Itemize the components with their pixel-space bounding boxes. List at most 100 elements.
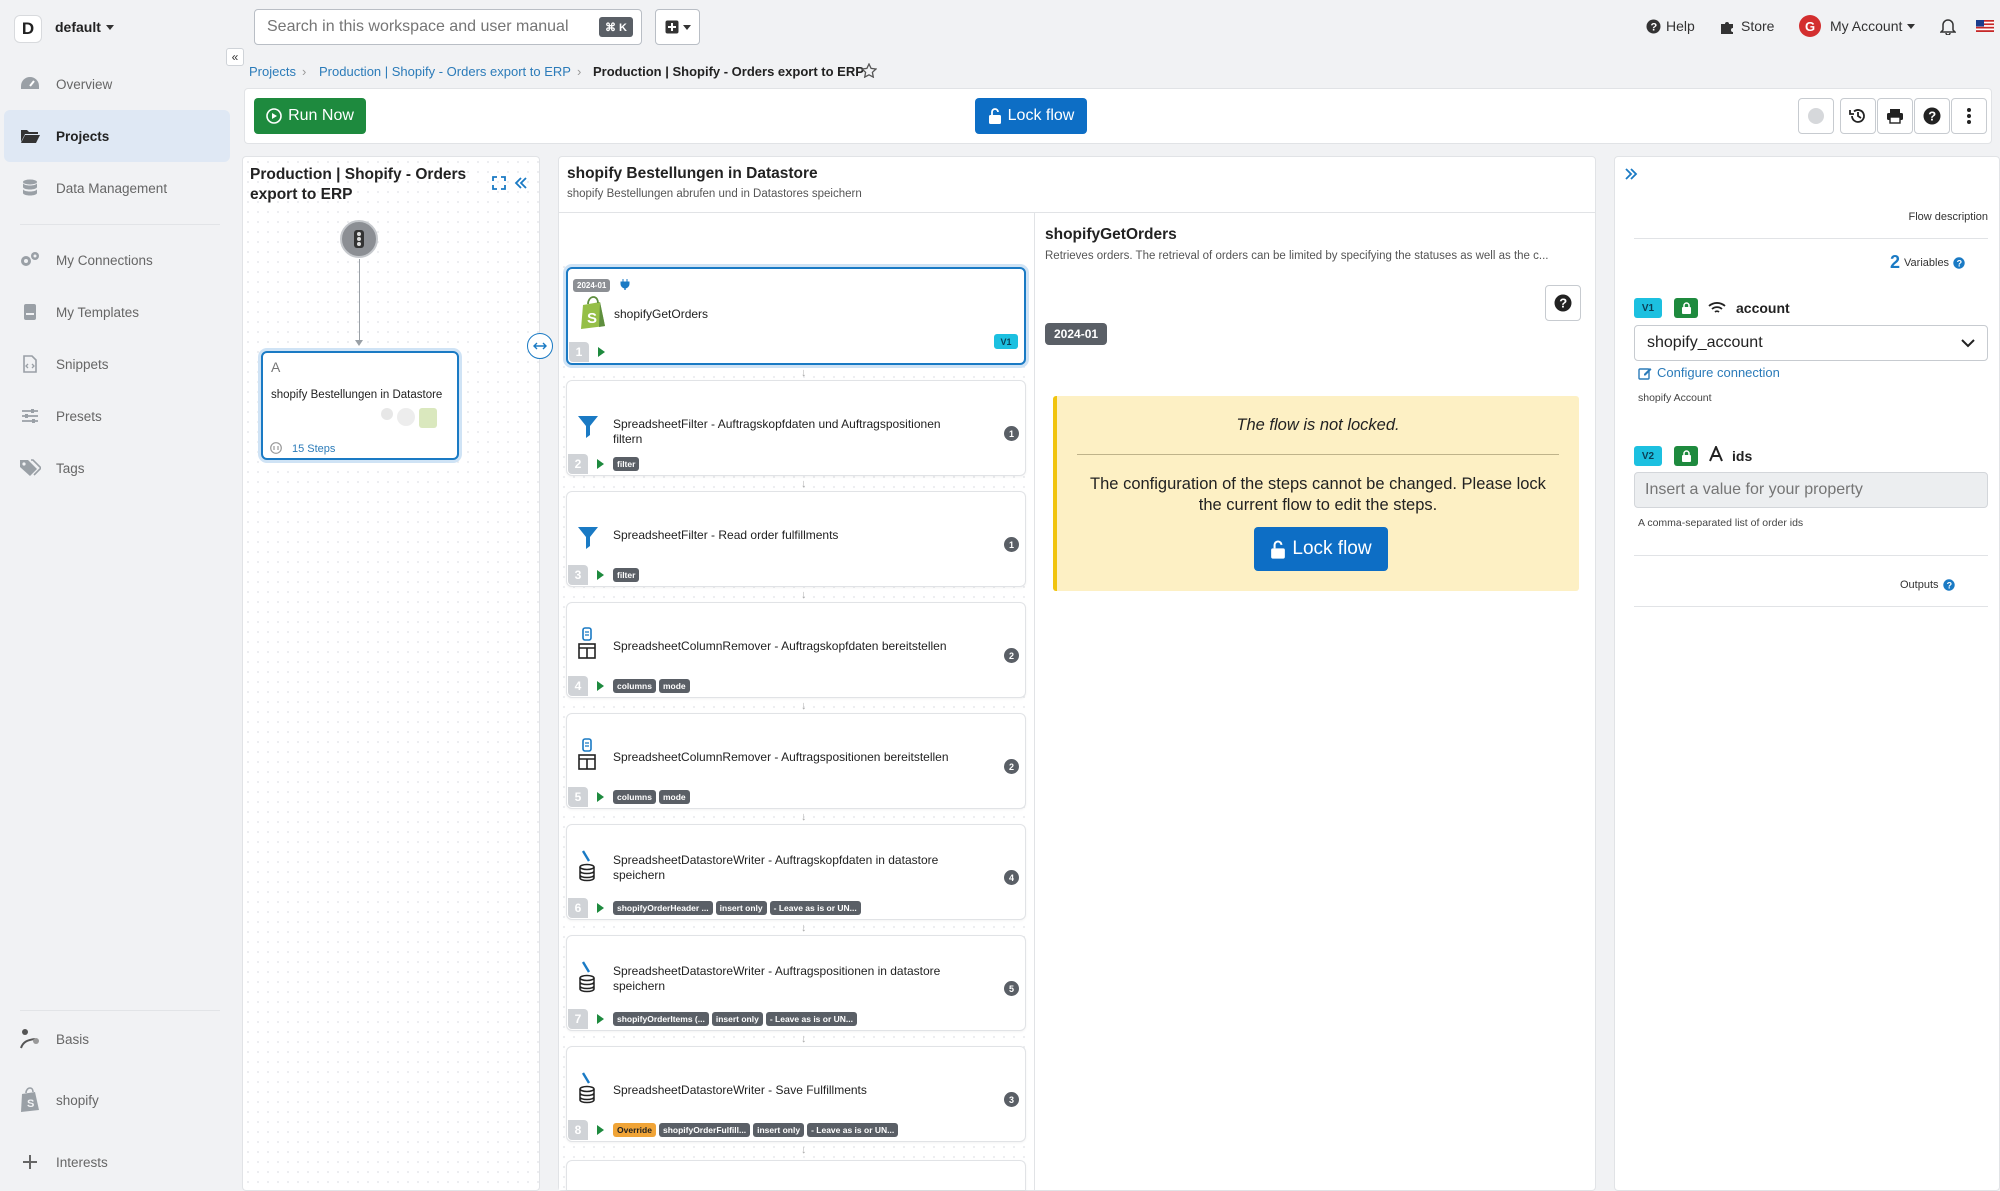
store-label: Store xyxy=(1741,18,1775,34)
step-card-9[interactable] xyxy=(566,1160,1026,1190)
divider xyxy=(1034,213,1035,1190)
expand-right-icon[interactable] xyxy=(1624,167,1638,181)
play-icon[interactable] xyxy=(597,681,604,691)
step-card-6[interactable]: SpreadsheetDatastoreWriter - Auftragskop… xyxy=(566,824,1026,920)
lock-flow-button[interactable]: Lock flow xyxy=(975,98,1087,134)
play-icon[interactable] xyxy=(597,570,604,580)
sliders-icon xyxy=(4,408,56,424)
help-link[interactable]: ? Help xyxy=(1646,18,1695,34)
steps-icon xyxy=(270,442,282,454)
step-title: SpreadsheetDatastoreWriter - Auftragspos… xyxy=(613,964,941,993)
sidebar-item-snippets[interactable]: Snippets xyxy=(4,338,230,390)
collapse-left-icon[interactable] xyxy=(514,176,528,190)
step-card-4[interactable]: SpreadsheetColumnRemover - Auftragskopfd… xyxy=(566,602,1026,698)
step-detail-title: shopifyGetOrders xyxy=(1045,226,1177,243)
play-icon[interactable] xyxy=(597,459,604,469)
panel-resize-handle[interactable] xyxy=(527,333,553,359)
flow-description-label[interactable]: Flow description xyxy=(1860,211,1988,223)
breadcrumb-projects[interactable]: Projects xyxy=(249,64,296,79)
step-card-7[interactable]: SpreadsheetDatastoreWriter - Auftragspos… xyxy=(566,935,1026,1031)
play-icon[interactable] xyxy=(597,1014,604,1024)
history-button[interactable] xyxy=(1840,98,1876,134)
help-button[interactable]: ? xyxy=(1914,98,1950,134)
us-flag-icon[interactable] xyxy=(1976,20,1994,32)
step-count: 1 xyxy=(1004,426,1019,441)
print-button[interactable] xyxy=(1877,98,1913,134)
configure-connection-link[interactable]: Configure connection xyxy=(1638,365,1780,380)
step-tags: shopifyOrderHeader ... insert only - Leave… xyxy=(613,901,861,915)
step-tag: shopifyOrderItems (... xyxy=(613,1012,709,1026)
play-icon[interactable] xyxy=(598,347,605,357)
workspace-badge[interactable]: D xyxy=(14,15,42,43)
ids-input[interactable] xyxy=(1634,472,1988,508)
notice-lock-flow-button[interactable]: Lock flow xyxy=(1254,527,1388,571)
status-button[interactable] xyxy=(1798,98,1834,134)
add-button[interactable] xyxy=(655,9,700,45)
lock-icon[interactable] xyxy=(1674,446,1698,466)
step-card-3[interactable]: SpreadsheetFilter - Read order fulfillme… xyxy=(566,491,1026,587)
more-options-button[interactable] xyxy=(1951,98,1987,134)
step-connector-arrow: ↓ xyxy=(801,1033,807,1045)
lock-flow-label: Lock flow xyxy=(1007,107,1075,124)
breadcrumb-project[interactable]: Production | Shopify - Orders export to … xyxy=(319,64,571,79)
step-number: 8 xyxy=(568,1120,588,1140)
step-number: 6 xyxy=(568,898,588,918)
play-icon[interactable] xyxy=(597,903,604,913)
chevron-down-icon[interactable] xyxy=(106,25,114,30)
flow-node-card[interactable]: A shopify Bestellungen in Datastore 15 S… xyxy=(261,351,459,460)
question-circle-icon[interactable]: ? xyxy=(1942,579,1955,591)
variable-hint: shopify Account xyxy=(1638,392,1712,404)
sidebar-item-tags[interactable]: Tags xyxy=(4,442,230,494)
sidebar-item-basis[interactable]: Basis xyxy=(4,1013,230,1065)
step-card-5[interactable]: SpreadsheetColumnRemover - Auftragsposit… xyxy=(566,713,1026,809)
sidebar-item-label: Basis xyxy=(56,1031,90,1047)
sidebar-item-overview[interactable]: Overview xyxy=(4,58,230,110)
step-connector-arrow: ↓ xyxy=(801,589,807,601)
flow-start-node[interactable] xyxy=(340,220,378,258)
sidebar-collapse-button[interactable]: « xyxy=(226,48,244,66)
bell-icon[interactable] xyxy=(1940,17,1956,35)
unlock-icon xyxy=(1270,540,1286,559)
step-card-8[interactable]: SpreadsheetDatastoreWriter - Save Fulfil… xyxy=(566,1046,1026,1142)
step-tag: insert only xyxy=(715,901,767,915)
node-letter: A xyxy=(271,359,281,375)
status-dot-icon xyxy=(1808,108,1824,124)
expand-icon[interactable] xyxy=(492,176,506,190)
step-tag: - Leave as is or UN... xyxy=(807,1123,899,1137)
sidebar: D default Overview Projects Data Managem… xyxy=(0,0,236,1191)
sidebar-item-presets[interactable]: Presets xyxy=(4,390,230,442)
sidebar-item-my-templates[interactable]: My Templates xyxy=(4,286,230,338)
sidebar-item-projects[interactable]: Projects xyxy=(4,110,230,162)
question-circle-icon[interactable]: ? xyxy=(1953,256,1965,269)
sidebar-item-data-management[interactable]: Data Management xyxy=(4,162,230,214)
step-connector-arrow: ↓ xyxy=(801,478,807,490)
account-select-value: shopify_account xyxy=(1647,334,1763,351)
divider xyxy=(20,224,220,225)
sidebar-item-shopify[interactable]: S shopify xyxy=(4,1074,230,1126)
file-code-icon xyxy=(4,355,56,373)
workspace-name[interactable]: default xyxy=(55,19,101,35)
play-icon[interactable] xyxy=(597,1125,604,1135)
step-card-1[interactable]: 2024-01 S shopifyGetOrders V1 1 xyxy=(566,267,1026,365)
run-now-button[interactable]: Run Now xyxy=(254,98,366,134)
search-input[interactable] xyxy=(254,9,642,45)
variables-count-label: Variables xyxy=(1904,256,1950,269)
step-help-button[interactable]: ? xyxy=(1545,285,1581,321)
store-link[interactable]: Store xyxy=(1720,18,1774,34)
chevron-down-icon xyxy=(682,24,691,30)
account-select[interactable]: shopify_account xyxy=(1634,325,1988,361)
step-number: 1 xyxy=(569,342,589,362)
account-menu[interactable]: G My Account xyxy=(1799,15,1916,37)
star-icon[interactable] xyxy=(861,63,877,78)
step-tag: mode xyxy=(658,679,690,693)
play-icon[interactable] xyxy=(597,792,604,802)
shopify-icon: S xyxy=(4,1087,56,1113)
outputs-section[interactable]: Outputs ? xyxy=(1900,579,1955,591)
search-shortcut-badge: ⌘ K xyxy=(599,17,633,37)
datastore-icon xyxy=(577,849,597,883)
lock-icon[interactable] xyxy=(1674,298,1698,318)
sidebar-item-interests[interactable]: Interests xyxy=(4,1136,230,1188)
step-card-2[interactable]: SpreadsheetFilter - Auftragskopfdaten un… xyxy=(566,380,1026,476)
divider xyxy=(20,1010,220,1011)
sidebar-item-my-connections[interactable]: My Connections xyxy=(4,234,230,286)
